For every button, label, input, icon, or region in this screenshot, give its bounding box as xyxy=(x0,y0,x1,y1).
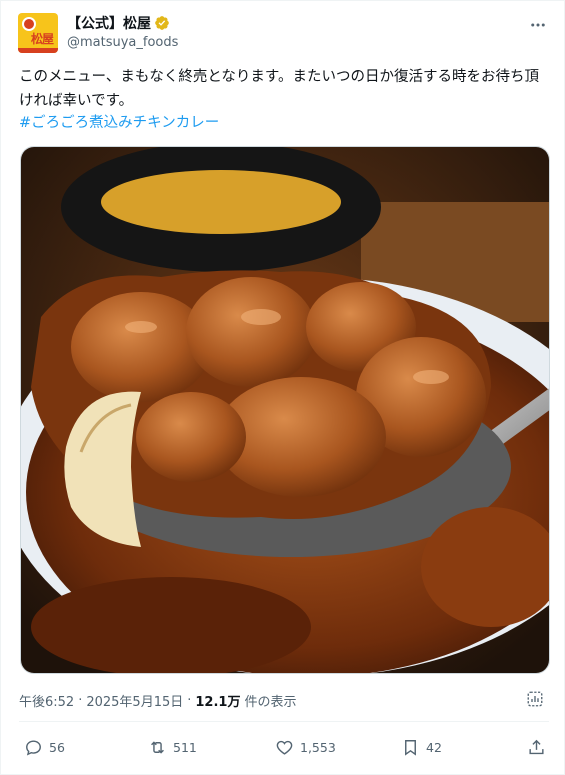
analytics-icon[interactable] xyxy=(526,690,546,710)
tweet-meta: 午後6:52 · 2025年5月15日 · 12.1万 件の表示 xyxy=(19,691,296,710)
tweet-time[interactable]: 午後6:52 xyxy=(19,691,74,710)
handle[interactable]: @matsuya_foods xyxy=(67,35,178,50)
bookmark-icon xyxy=(405,740,416,756)
tweet-card: 松屋 【公式】松屋 @matsuya_foods このメニュー、まもなく終売とな… xyxy=(0,0,565,775)
reply-button[interactable]: 56 xyxy=(24,738,65,757)
reply-count: 56 xyxy=(49,740,65,755)
like-icon xyxy=(276,740,293,755)
divider xyxy=(19,721,549,722)
meta-separator: · xyxy=(78,693,83,708)
tweet-date[interactable]: 2025年5月15日 xyxy=(86,691,183,710)
action-bar: 56 511 1,553 42 xyxy=(1,738,565,762)
like-button[interactable]: 1,553 xyxy=(275,738,336,757)
views-count: 12.1万 xyxy=(195,695,241,710)
verified-badge-icon xyxy=(155,16,169,30)
views-label: 件の表示 xyxy=(244,695,297,710)
meta-separator: · xyxy=(187,693,192,708)
share-button[interactable] xyxy=(527,738,546,757)
repost-button[interactable]: 511 xyxy=(148,738,197,757)
repost-icon xyxy=(151,741,164,754)
more-options-icon[interactable] xyxy=(528,15,548,35)
tweet-photo[interactable] xyxy=(20,146,550,674)
bookmark-count: 42 xyxy=(426,740,442,755)
tweet-text: このメニュー、まもなく終売となります。またいつの日か復活する時をお待ち頂ければ幸… xyxy=(19,69,539,109)
share-icon xyxy=(529,739,544,755)
display-name[interactable]: 【公式】松屋 xyxy=(67,13,151,33)
bookmark-button[interactable]: 42 xyxy=(401,738,442,757)
hashtag-link[interactable]: #ごろごろ煮込みチキンカレー xyxy=(19,111,219,135)
like-count: 1,553 xyxy=(300,740,336,755)
repost-count: 511 xyxy=(173,740,197,755)
author-name-row[interactable]: 【公式】松屋 xyxy=(67,13,170,33)
reply-icon xyxy=(26,740,41,756)
avatar[interactable]: 松屋 xyxy=(18,13,58,53)
